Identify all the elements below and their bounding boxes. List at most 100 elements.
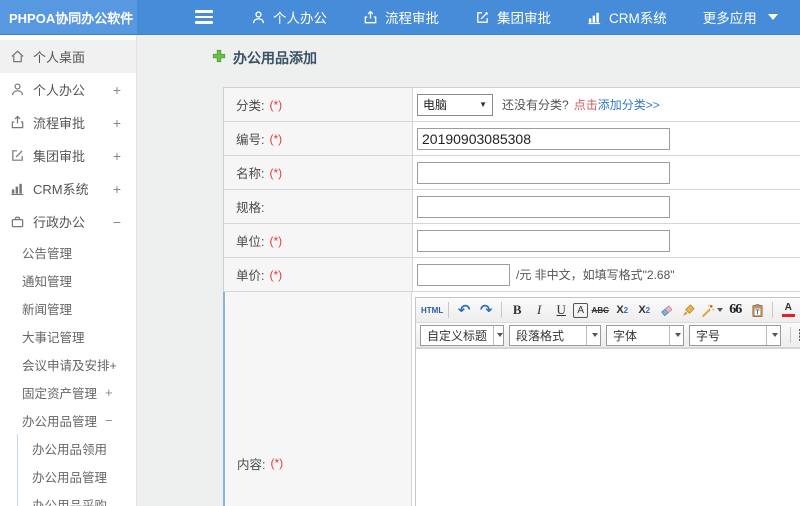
sidebar-item-group-approval[interactable]: 集团审批 + <box>0 139 136 172</box>
sidebar-item-supplies-claim[interactable]: 办公用品领用 <box>18 434 136 462</box>
nav-workflow-approval[interactable]: 流程审批 <box>363 7 439 27</box>
add-category-link[interactable]: 添加分类>> <box>598 96 660 113</box>
nav-label: CRM系统 <box>609 11 667 26</box>
sidebar-item-memorabilia-mgmt[interactable]: 大事记管理 <box>0 322 136 350</box>
sidebar-item-office-supplies-mgmt[interactable]: 办公用品管理 − <box>0 406 136 434</box>
toolbar-separator <box>772 302 774 318</box>
sidebar-item-announcement-mgmt[interactable]: 公告管理 <box>0 238 136 266</box>
font-family-dropdown[interactable]: 字体 <box>606 324 684 346</box>
nav-label: 个人办公 <box>273 11 327 26</box>
form-row-category: 分类: (*) 电脑 ▼ 还没有分类? 点击 添加分类>> <box>224 88 800 122</box>
hamburger-menu-icon[interactable] <box>195 10 213 24</box>
required-mark: (*) <box>269 233 283 248</box>
collapse-icon[interactable]: − <box>113 214 121 230</box>
strikethrough-button[interactable]: ABC <box>590 300 610 320</box>
format-brush-icon[interactable] <box>678 300 698 320</box>
redo-button[interactable]: ↷ <box>476 300 496 320</box>
collapse-icon[interactable]: − <box>105 413 113 428</box>
expand-icon[interactable]: + <box>113 82 121 98</box>
font-color-button[interactable]: A <box>778 300 798 320</box>
rich-text-editor: HTML ↶ ↷ B I U A ABC X 2 X 2 66 A 自定义标题 … <box>415 297 800 506</box>
main-content: 办公用品添加 分类: (*) 电脑 ▼ 还没有分类? 点击 添加分类>> 编号:… <box>137 35 800 506</box>
caret-down-icon <box>586 325 600 345</box>
sidebar-item-supplies-purchase[interactable]: 办公用品采购 <box>18 490 136 506</box>
nav-label: 集团审批 <box>497 11 551 26</box>
sidebar-item-admin-office[interactable]: 行政办公 − <box>0 205 136 238</box>
sidebar-item-notice-mgmt[interactable]: 通知管理 <box>0 266 136 294</box>
expand-icon[interactable]: + <box>105 385 113 400</box>
caret-down-icon <box>493 325 503 345</box>
nav-personal-office[interactable]: 个人办公 <box>251 7 327 27</box>
sidebar-item-meeting-mgmt[interactable]: 会议申请及安排+ <box>0 350 136 378</box>
category-select[interactable]: 电脑 ▼ <box>417 93 493 116</box>
app-logo: PHPOA协同办公软件 <box>0 0 137 34</box>
sidebar-item-fixed-assets-mgmt[interactable]: 固定资产管理 + <box>0 378 136 406</box>
nav-crm-system[interactable]: CRM系统 <box>587 7 667 27</box>
sidebar-item-desktop[interactable]: 个人桌面 <box>0 40 136 73</box>
caret-down-icon <box>669 325 683 345</box>
add-category-link-click[interactable]: 点击 <box>574 96 598 113</box>
nav-more-apps[interactable]: 更多应用 <box>703 7 778 27</box>
page-title: 办公用品添加 <box>212 48 800 68</box>
chart-icon <box>10 181 25 196</box>
form-row-price: 单价: (*) /元 非中文，如填写格式"2.68" <box>224 258 800 292</box>
form-row-spec: 规格: <box>224 190 800 224</box>
code-label: 编号: <box>236 133 265 147</box>
name-input[interactable] <box>417 161 670 184</box>
sidebar-item-crm[interactable]: CRM系统 + <box>0 172 136 205</box>
sidebar-item-personal-office[interactable]: 个人办公 + <box>0 73 136 106</box>
plus-icon <box>212 49 226 68</box>
person-icon <box>251 10 266 25</box>
editor-toolbar-row1: HTML ↶ ↷ B I U A ABC X 2 X 2 66 A <box>416 298 800 323</box>
font-size-dropdown[interactable]: 字号 <box>689 324 781 346</box>
bold-button[interactable]: B <box>507 300 527 320</box>
required-mark: (*) <box>269 165 283 180</box>
spec-input[interactable] <box>417 195 670 218</box>
eraser-icon[interactable] <box>656 300 676 320</box>
required-mark: (*) <box>269 131 283 146</box>
nav-group-approval[interactable]: 集团审批 <box>475 7 551 27</box>
nav-label: 更多应用 <box>702 11 757 26</box>
briefcase-icon <box>10 214 25 229</box>
underline-button[interactable]: U <box>551 300 571 320</box>
align-left-icon[interactable] <box>796 325 800 345</box>
custom-title-dropdown[interactable]: 自定义标题 <box>420 324 504 346</box>
form-row-name: 名称: (*) <box>224 156 800 190</box>
nav-label: 流程审批 <box>385 11 439 26</box>
source-code-button[interactable]: HTML <box>421 300 443 320</box>
editor-content-area[interactable] <box>416 348 800 506</box>
share-icon <box>363 10 378 25</box>
price-input[interactable] <box>417 263 510 286</box>
subscript-button[interactable]: X2 <box>634 300 654 320</box>
spec-label: 规格: <box>236 201 265 215</box>
italic-button[interactable]: I <box>529 300 549 320</box>
autotypeset-wand-icon[interactable] <box>700 300 724 320</box>
required-mark: (*) <box>270 456 284 470</box>
edit-icon <box>10 148 25 163</box>
no-category-hint: 还没有分类? <box>502 98 569 112</box>
blockquote-button[interactable]: 66 <box>725 300 745 320</box>
sidebar-item-workflow-approval[interactable]: 流程审批 + <box>0 106 136 139</box>
toolbar-separator <box>448 302 450 318</box>
expand-icon[interactable]: + <box>113 181 121 197</box>
expand-icon[interactable]: + <box>113 115 121 131</box>
home-icon <box>10 49 25 64</box>
expand-icon[interactable]: + <box>113 148 121 164</box>
paragraph-format-dropdown[interactable]: 段落格式 <box>509 324 601 346</box>
sidebar-subsubmenu: 办公用品领用 办公用品管理 办公用品采购 <box>17 434 136 506</box>
caret-down-icon <box>767 14 778 20</box>
chart-icon <box>587 10 602 25</box>
paste-icon[interactable] <box>747 300 767 320</box>
unit-input[interactable] <box>417 229 670 252</box>
code-input[interactable] <box>417 127 670 150</box>
superscript-button[interactable]: X2 <box>612 300 632 320</box>
form-row-code: 编号: (*) <box>224 122 800 156</box>
toolbar-separator <box>790 327 791 343</box>
share-icon <box>10 115 25 130</box>
char-border-button[interactable]: A <box>573 302 589 318</box>
app-window: PHPOA协同办公软件 个人办公 流程审批 集团审批 CRM系统 更多应用 个人… <box>0 0 800 506</box>
sidebar-item-news-mgmt[interactable]: 新闻管理 <box>0 294 136 322</box>
sidebar-item-supplies-manage[interactable]: 办公用品管理 <box>18 462 136 490</box>
topbar: PHPOA协同办公软件 个人办公 流程审批 集团审批 CRM系统 更多应用 <box>0 0 800 35</box>
undo-button[interactable]: ↶ <box>454 300 474 320</box>
